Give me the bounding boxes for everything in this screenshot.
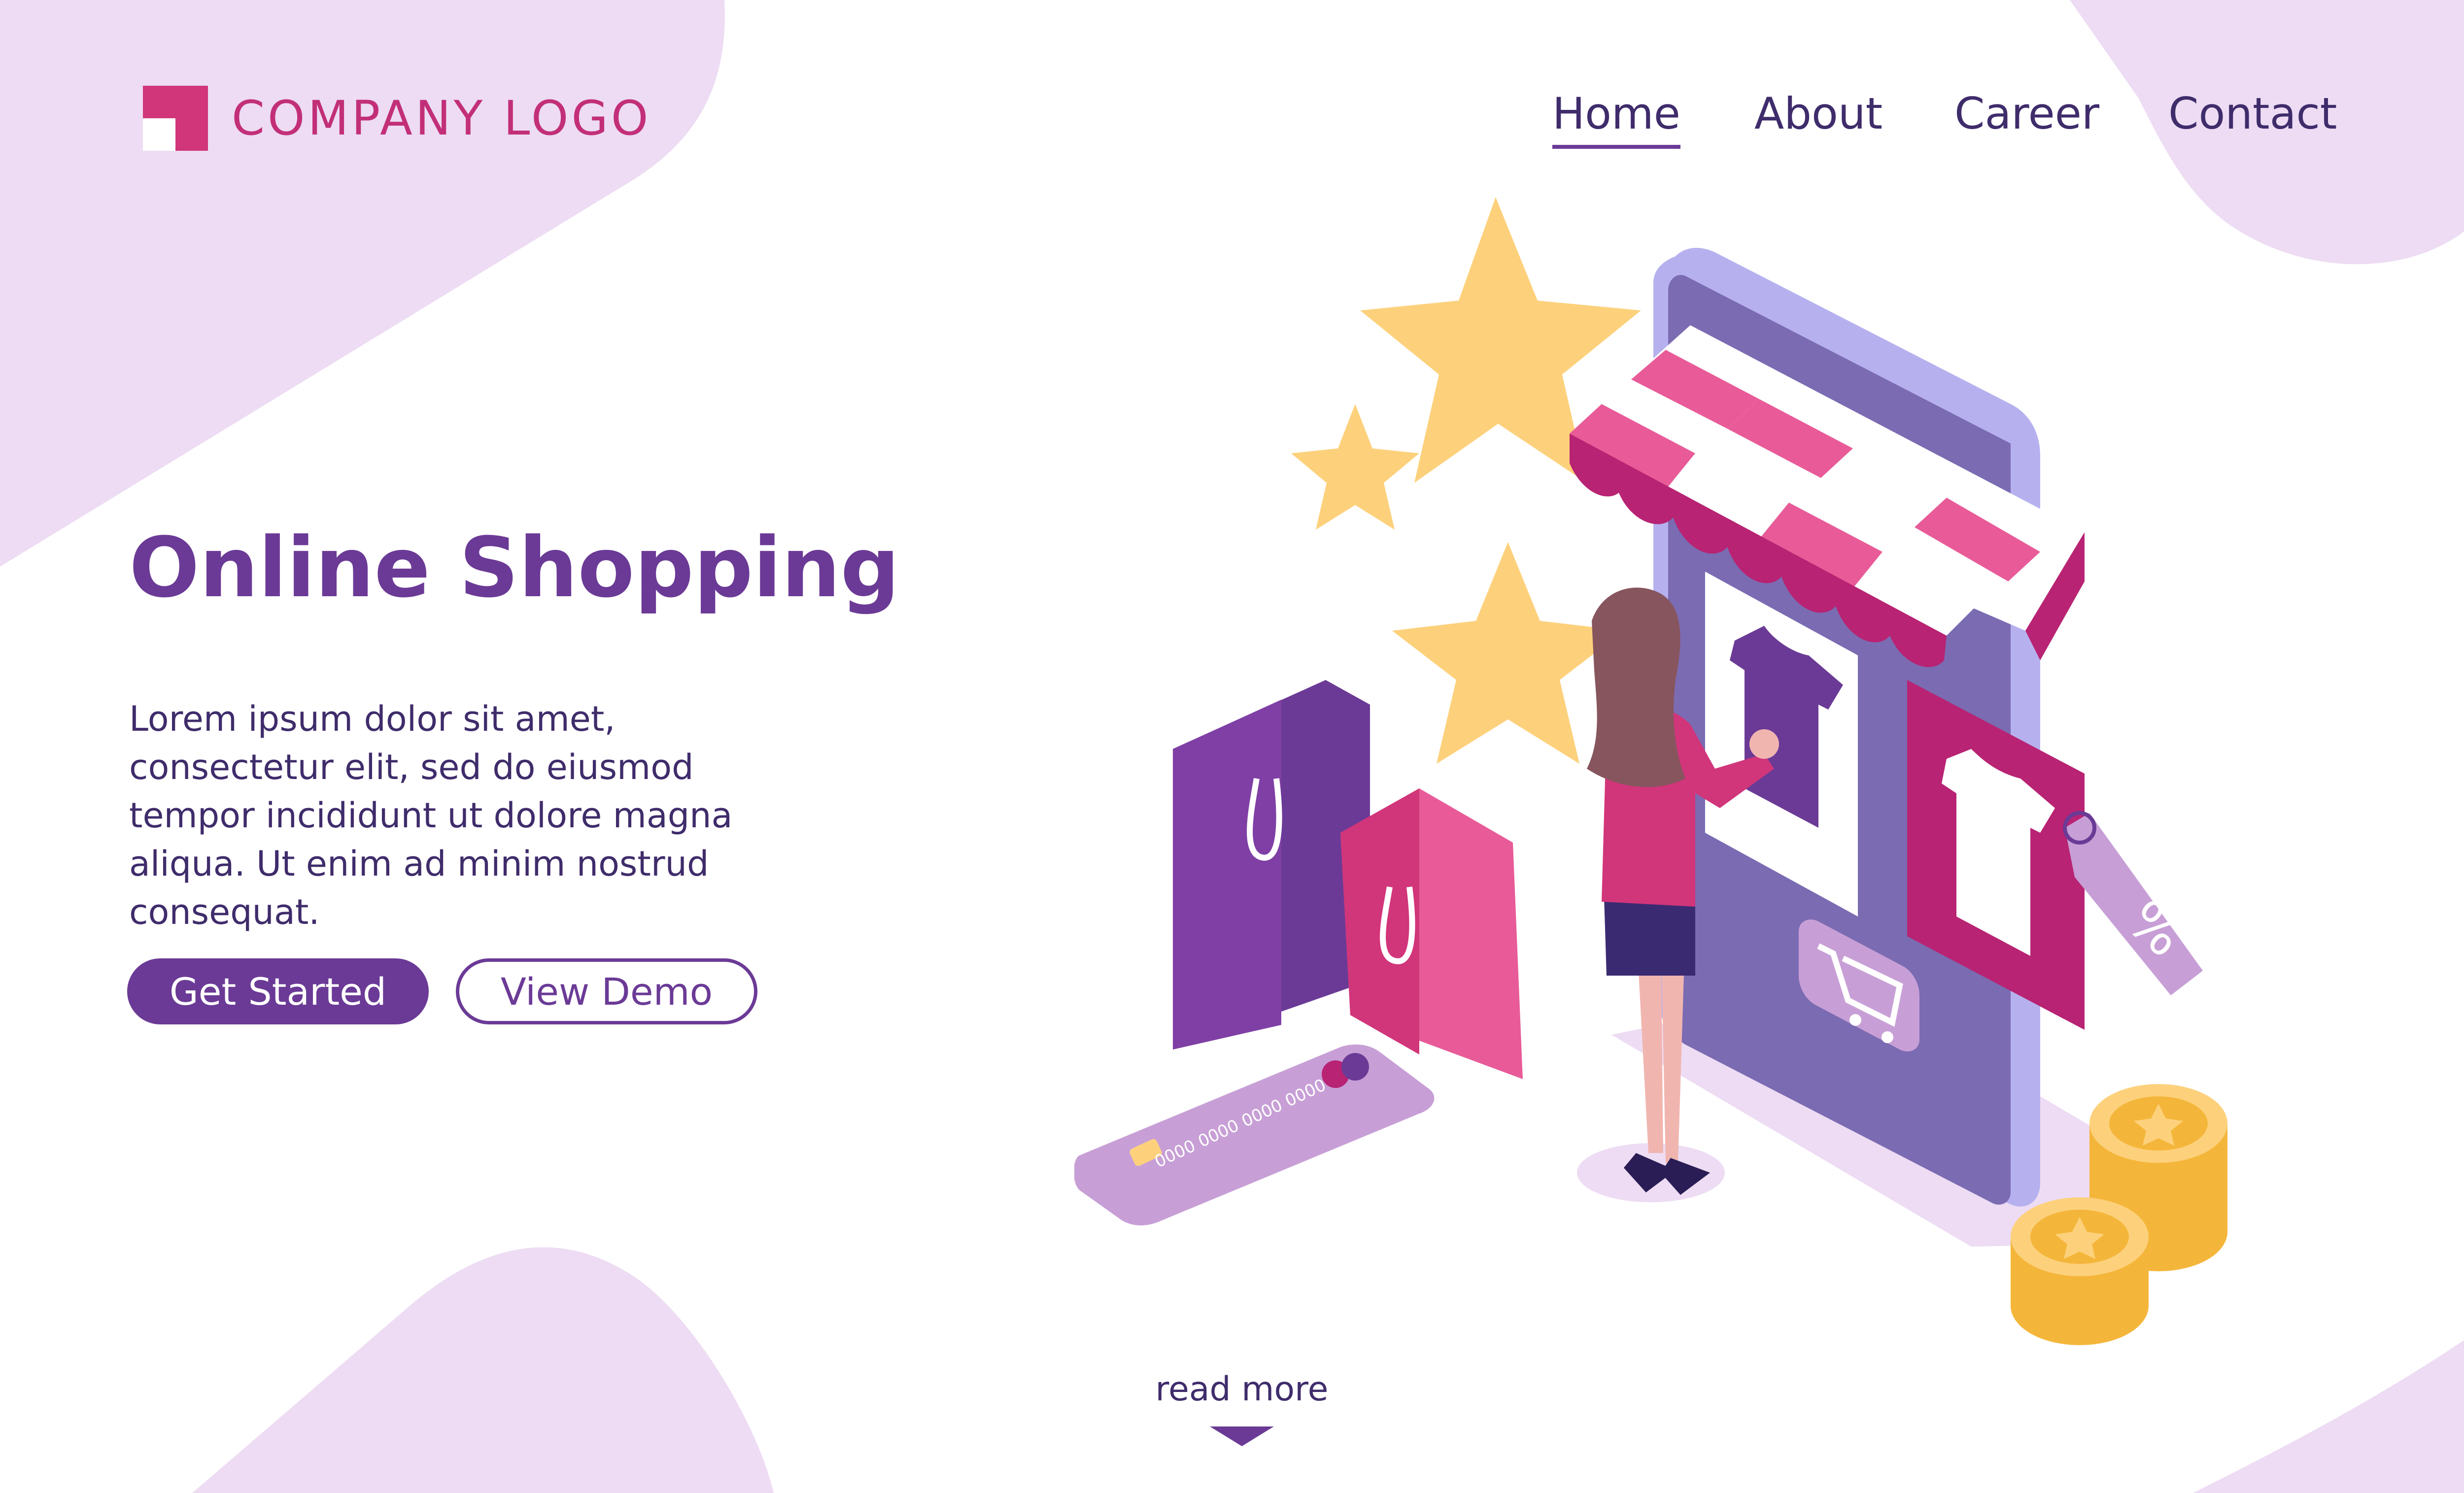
nav-contact[interactable]: Contact xyxy=(2168,88,2337,140)
blob-bottom-left xyxy=(192,1247,774,1493)
logo-text: COMPANY LOGO xyxy=(232,90,651,146)
star-icon xyxy=(1392,542,1624,764)
read-more-link[interactable]: read more xyxy=(1133,1370,1350,1409)
chevron-down-icon[interactable] xyxy=(1210,1426,1274,1446)
view-demo-button[interactable]: View Demo xyxy=(456,958,757,1024)
coin-icon xyxy=(2011,1197,2149,1345)
nav-about[interactable]: About xyxy=(1754,88,1882,140)
hero-title: Online Shopping xyxy=(129,519,900,616)
price-tag-icon: % xyxy=(2063,811,2203,995)
company-logo[interactable]: COMPANY LOGO xyxy=(143,85,651,151)
top-nav: Home About Career Contact xyxy=(1552,88,2337,157)
nav-home[interactable]: Home xyxy=(1552,88,1680,149)
shopping-bag-icon xyxy=(1340,788,1523,1079)
credit-card-icon: 0000 0000 0000 0000 xyxy=(1074,1044,1435,1225)
nav-career[interactable]: Career xyxy=(1954,88,2099,140)
get-started-button[interactable]: Get Started xyxy=(127,958,429,1024)
hero-illustration: % 0000 0000 0000 0000 xyxy=(1074,197,2227,1345)
hero-description: Lorem ipsum dolor sit amet, consectetur … xyxy=(129,699,733,932)
shopping-bag-icon xyxy=(1173,680,1370,1050)
star-icon xyxy=(1291,404,1419,530)
logo-square-icon xyxy=(143,85,208,151)
landing-page: COMPANY LOGO Home About Career Contact O… xyxy=(0,0,2464,1493)
